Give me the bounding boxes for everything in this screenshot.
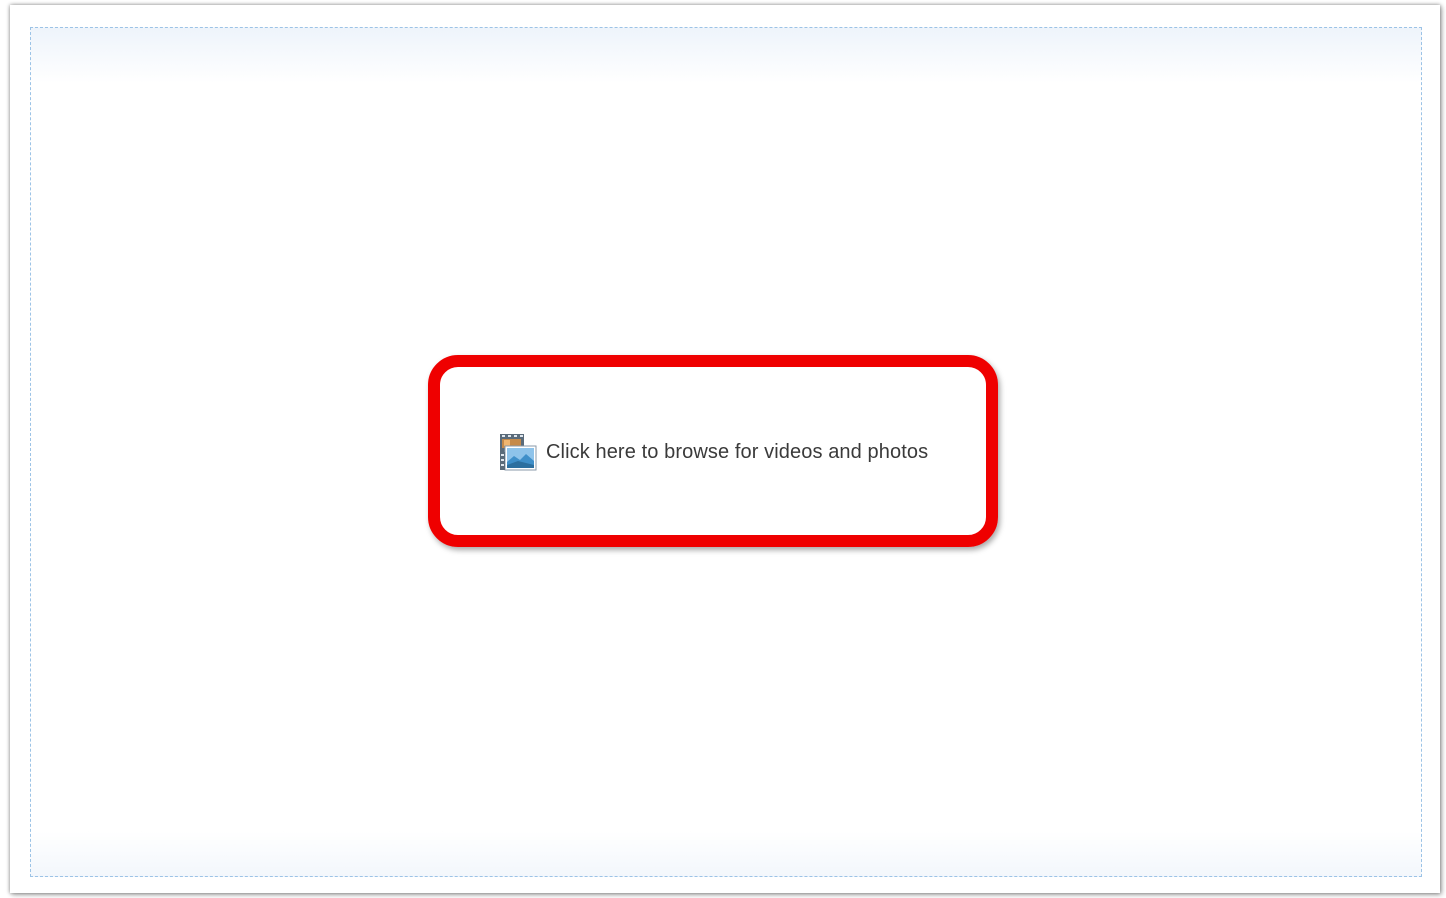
film-photo-icon (498, 432, 538, 472)
browse-media-label[interactable]: Click here to browse for videos and phot… (546, 441, 928, 464)
browse-media-link[interactable]: Click here to browse for videos and phot… (498, 431, 928, 473)
